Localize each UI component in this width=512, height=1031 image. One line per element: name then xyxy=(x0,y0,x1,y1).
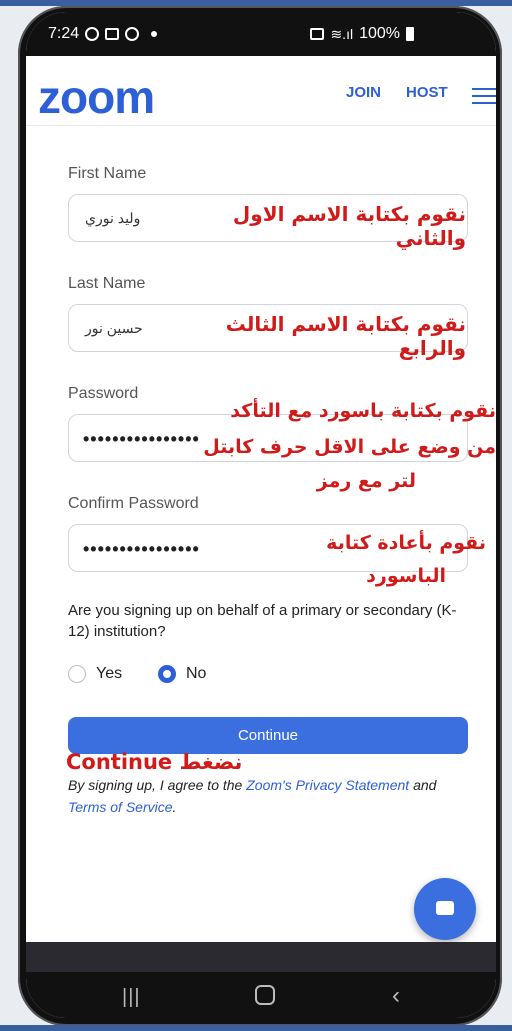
continue-button[interactable]: Continue xyxy=(68,717,468,754)
terms-suffix: . xyxy=(172,799,177,815)
annotation-last-name: نقوم بكتابة الاسم الثالث والرابع xyxy=(225,312,466,360)
annotation-password-3: لتر مع رمز xyxy=(316,470,416,492)
android-nav-bar: ||| ‹ xyxy=(26,972,496,1018)
k12-question: Are you signing up on behalf of a primar… xyxy=(68,602,457,640)
recent-apps-icon[interactable]: ||| xyxy=(122,986,141,1009)
chat-bubble-icon xyxy=(436,901,454,915)
page-footer-band xyxy=(26,942,496,972)
notification-dot-icon xyxy=(151,31,158,37)
zoom-logo[interactable]: zoom xyxy=(38,70,155,124)
annotation-password-1: نقوم بكتابة باسورد مع التأكد xyxy=(230,400,496,422)
annotation-continue: نضغط Continue xyxy=(66,750,243,774)
window-frame-bottom xyxy=(0,1025,512,1031)
messenger-icon xyxy=(125,27,140,41)
annotation-password-2: من وضع على الاقل حرف كابتل xyxy=(203,436,496,458)
chat-button[interactable] xyxy=(414,878,476,940)
privacy-statement-link[interactable]: Zoom's Privacy Statement xyxy=(246,777,409,793)
whatsapp-icon xyxy=(85,27,100,41)
radio-yes-label[interactable]: Yes xyxy=(96,665,122,683)
radio-yes[interactable] xyxy=(68,665,86,683)
phone-screen: 7:24 ≋.ıl 100% zoom JOIN HOST First Name… xyxy=(26,12,496,1018)
lock-icon xyxy=(310,28,325,40)
terms-middle: and xyxy=(409,777,437,793)
last-name-value: حسين نور xyxy=(85,320,143,336)
radio-no-label[interactable]: No xyxy=(186,665,206,683)
battery-percent: 100% xyxy=(359,25,400,42)
battery-icon xyxy=(406,27,414,41)
confirm-password-value: •••••••••••••••• xyxy=(83,539,200,559)
gallery-icon xyxy=(105,28,120,40)
password-label: Password xyxy=(68,385,139,402)
hamburger-menu-icon[interactable] xyxy=(472,88,496,106)
home-icon[interactable] xyxy=(255,985,275,1005)
annotation-first-name: نقوم بكتابة الاسم الاول والثاني xyxy=(232,202,466,250)
first-name-value: وليد نوري xyxy=(85,210,141,226)
password-value: •••••••••••••••• xyxy=(83,429,200,449)
last-name-label: Last Name xyxy=(68,275,146,292)
first-name-label: First Name xyxy=(68,165,147,182)
app-header: zoom JOIN HOST xyxy=(26,56,496,126)
wifi-signal-icon: ≋.ıl xyxy=(330,25,354,42)
confirm-password-label: Confirm Password xyxy=(68,495,199,512)
back-icon[interactable]: ‹ xyxy=(392,982,400,1010)
annotation-confirm-1: نقوم بأعادة كتابة xyxy=(326,532,486,554)
host-link[interactable]: HOST xyxy=(406,84,448,101)
status-bar: 7:24 ≋.ıl 100% xyxy=(26,12,496,56)
status-time: 7:24 xyxy=(48,25,80,42)
terms-text: By signing up, I agree to the Zoom's Pri… xyxy=(68,774,478,818)
terms-prefix: By signing up, I agree to the xyxy=(68,777,247,793)
annotation-confirm-2: الباسورد xyxy=(366,565,446,587)
radio-no[interactable] xyxy=(158,665,176,683)
terms-of-service-link[interactable]: Terms of Service xyxy=(68,799,173,815)
join-link[interactable]: JOIN xyxy=(346,84,381,101)
